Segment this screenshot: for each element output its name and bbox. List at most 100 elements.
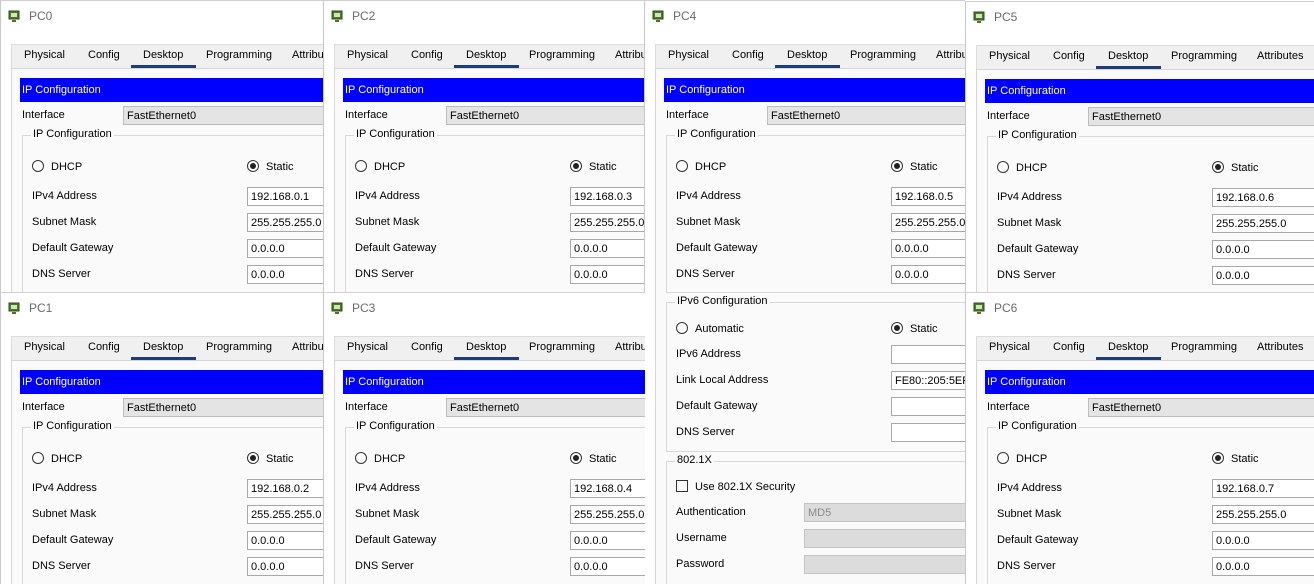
tab-config[interactable]: Config	[411, 49, 443, 61]
dhcp-radio[interactable]	[676, 160, 688, 172]
interface-field[interactable]: FastEthernet0	[1088, 398, 1314, 417]
tab-physical[interactable]: Physical	[668, 49, 709, 61]
tab-physical[interactable]: Physical	[347, 341, 388, 353]
tab-attributes[interactable]: Attribu	[292, 49, 323, 61]
tab-config[interactable]: Config	[88, 49, 120, 61]
tab-programming[interactable]: Programming	[206, 341, 272, 353]
tab-attributes[interactable]: Attributes	[1257, 341, 1303, 353]
ipv4-field[interactable]: 192.168.0.4	[570, 479, 645, 498]
dot1x-checkbox[interactable]	[676, 480, 688, 492]
subnet-field[interactable]: 255.255.255.0	[1212, 214, 1314, 233]
tab-physical[interactable]: Physical	[989, 341, 1030, 353]
tab-config[interactable]: Config	[411, 341, 443, 353]
tab-attributes[interactable]: Attribu	[936, 49, 965, 61]
interface-label: Interface	[345, 109, 388, 121]
tab-physical[interactable]: Physical	[347, 49, 388, 61]
dhcp-radio[interactable]	[997, 452, 1009, 464]
tab-desktop[interactable]: Desktop	[774, 49, 841, 68]
tab-attributes[interactable]: Attribu	[292, 341, 323, 353]
subnet-field[interactable]: 255.255.255.0	[570, 213, 645, 232]
dhcp-radio[interactable]	[32, 160, 44, 172]
auth-select[interactable]: MD5	[804, 503, 965, 522]
subnet-field[interactable]: 255.255.255.0	[247, 505, 323, 524]
tab-programming[interactable]: Programming	[850, 49, 916, 61]
static-radio[interactable]	[1212, 161, 1224, 173]
ip-config-header: IP Configuration	[20, 78, 323, 102]
tab-attributes[interactable]: Attribu	[615, 341, 645, 353]
ipv4-field[interactable]: 192.168.0.7	[1212, 479, 1314, 498]
ipv6-address-field[interactable]	[891, 345, 965, 364]
interface-field[interactable]: FastEthernet0	[446, 398, 645, 417]
dhcp-radio[interactable]	[355, 160, 367, 172]
ipv6-dns-field[interactable]	[891, 423, 965, 442]
tab-physical[interactable]: Physical	[989, 50, 1030, 62]
ipv6-gateway-field[interactable]	[891, 397, 965, 416]
tab-programming[interactable]: Programming	[206, 49, 272, 61]
tab-desktop[interactable]: Desktop	[453, 341, 520, 360]
interface-field[interactable]: FastEthernet0	[1088, 107, 1314, 126]
dns-field[interactable]: 0.0.0.0	[1212, 557, 1314, 576]
ip-config-group-title: IP Configuration	[31, 128, 114, 140]
subnet-field[interactable]: 255.255.255.0	[247, 213, 323, 232]
subnet-label: Subnet Mask	[676, 216, 741, 228]
gateway-field[interactable]: 0.0.0.0	[891, 239, 965, 258]
subnet-field[interactable]: 255.255.255.0	[891, 213, 965, 232]
interface-label: Interface	[987, 110, 1030, 122]
dns-field[interactable]: 0.0.0.0	[247, 557, 323, 576]
ipv6-automatic-radio[interactable]	[676, 322, 688, 334]
tab-programming[interactable]: Programming	[529, 341, 595, 353]
interface-field[interactable]: FastEthernet0	[123, 106, 323, 125]
static-radio[interactable]	[570, 160, 582, 172]
tab-desktop[interactable]: Desktop	[130, 341, 197, 360]
tab-attributes[interactable]: Attributes	[1257, 50, 1303, 62]
interface-field[interactable]: FastEthernet0	[767, 106, 965, 125]
ipv4-field[interactable]: 192.168.0.2	[247, 479, 323, 498]
tab-config[interactable]: Config	[1053, 50, 1085, 62]
gateway-field[interactable]: 0.0.0.0	[247, 239, 323, 258]
interface-field[interactable]: FastEthernet0	[446, 106, 645, 125]
tab-desktop[interactable]: Desktop	[453, 49, 520, 68]
static-radio[interactable]	[891, 160, 903, 172]
ipv6-static-radio[interactable]	[891, 322, 903, 334]
tab-desktop[interactable]: Desktop	[1095, 341, 1162, 360]
tab-programming[interactable]: Programming	[1171, 50, 1237, 62]
static-radio[interactable]	[570, 452, 582, 464]
tab-config[interactable]: Config	[88, 341, 120, 353]
static-radio[interactable]	[247, 452, 259, 464]
dhcp-radio[interactable]	[997, 161, 1009, 173]
tab-desktop[interactable]: Desktop	[1095, 50, 1162, 69]
dns-field[interactable]: 0.0.0.0	[570, 265, 645, 284]
ipv4-field[interactable]: 192.168.0.1	[247, 187, 323, 206]
dns-field[interactable]: 0.0.0.0	[570, 557, 645, 576]
gateway-field[interactable]: 0.0.0.0	[1212, 240, 1314, 259]
tab-config[interactable]: Config	[1053, 341, 1085, 353]
dhcp-radio[interactable]	[355, 452, 367, 464]
dns-field[interactable]: 0.0.0.0	[247, 265, 323, 284]
username-field[interactable]	[804, 529, 965, 548]
ipv4-field[interactable]: 192.168.0.3	[570, 187, 645, 206]
dns-field[interactable]: 0.0.0.0	[1212, 266, 1314, 285]
gateway-field[interactable]: 0.0.0.0	[570, 531, 645, 550]
tab-attributes[interactable]: Attribu	[615, 49, 645, 61]
gateway-field[interactable]: 0.0.0.0	[570, 239, 645, 258]
tab-programming[interactable]: Programming	[529, 49, 595, 61]
tab-desktop[interactable]: Desktop	[130, 49, 197, 68]
link-local-field[interactable]: FE80::205:5EFF	[891, 371, 965, 390]
tab-programming[interactable]: Programming	[1171, 341, 1237, 353]
tab-physical[interactable]: Physical	[24, 341, 65, 353]
dhcp-radio[interactable]	[32, 452, 44, 464]
static-radio[interactable]	[247, 160, 259, 172]
password-field[interactable]	[804, 555, 965, 574]
gateway-field[interactable]: 0.0.0.0	[247, 531, 323, 550]
ipv4-field[interactable]: 192.168.0.5	[891, 187, 965, 206]
subnet-field[interactable]: 255.255.255.0	[1212, 505, 1314, 524]
dns-field[interactable]: 0.0.0.0	[891, 265, 965, 284]
interface-field[interactable]: FastEthernet0	[123, 398, 323, 417]
subnet-field[interactable]: 255.255.255.0	[570, 505, 645, 524]
static-radio[interactable]	[1212, 452, 1224, 464]
tab-physical[interactable]: Physical	[24, 49, 65, 61]
ipv4-field[interactable]: 192.168.0.6	[1212, 188, 1314, 207]
tab-config[interactable]: Config	[732, 49, 764, 61]
gateway-field[interactable]: 0.0.0.0	[1212, 531, 1314, 550]
ipv4-label: IPv4 Address	[997, 191, 1062, 203]
